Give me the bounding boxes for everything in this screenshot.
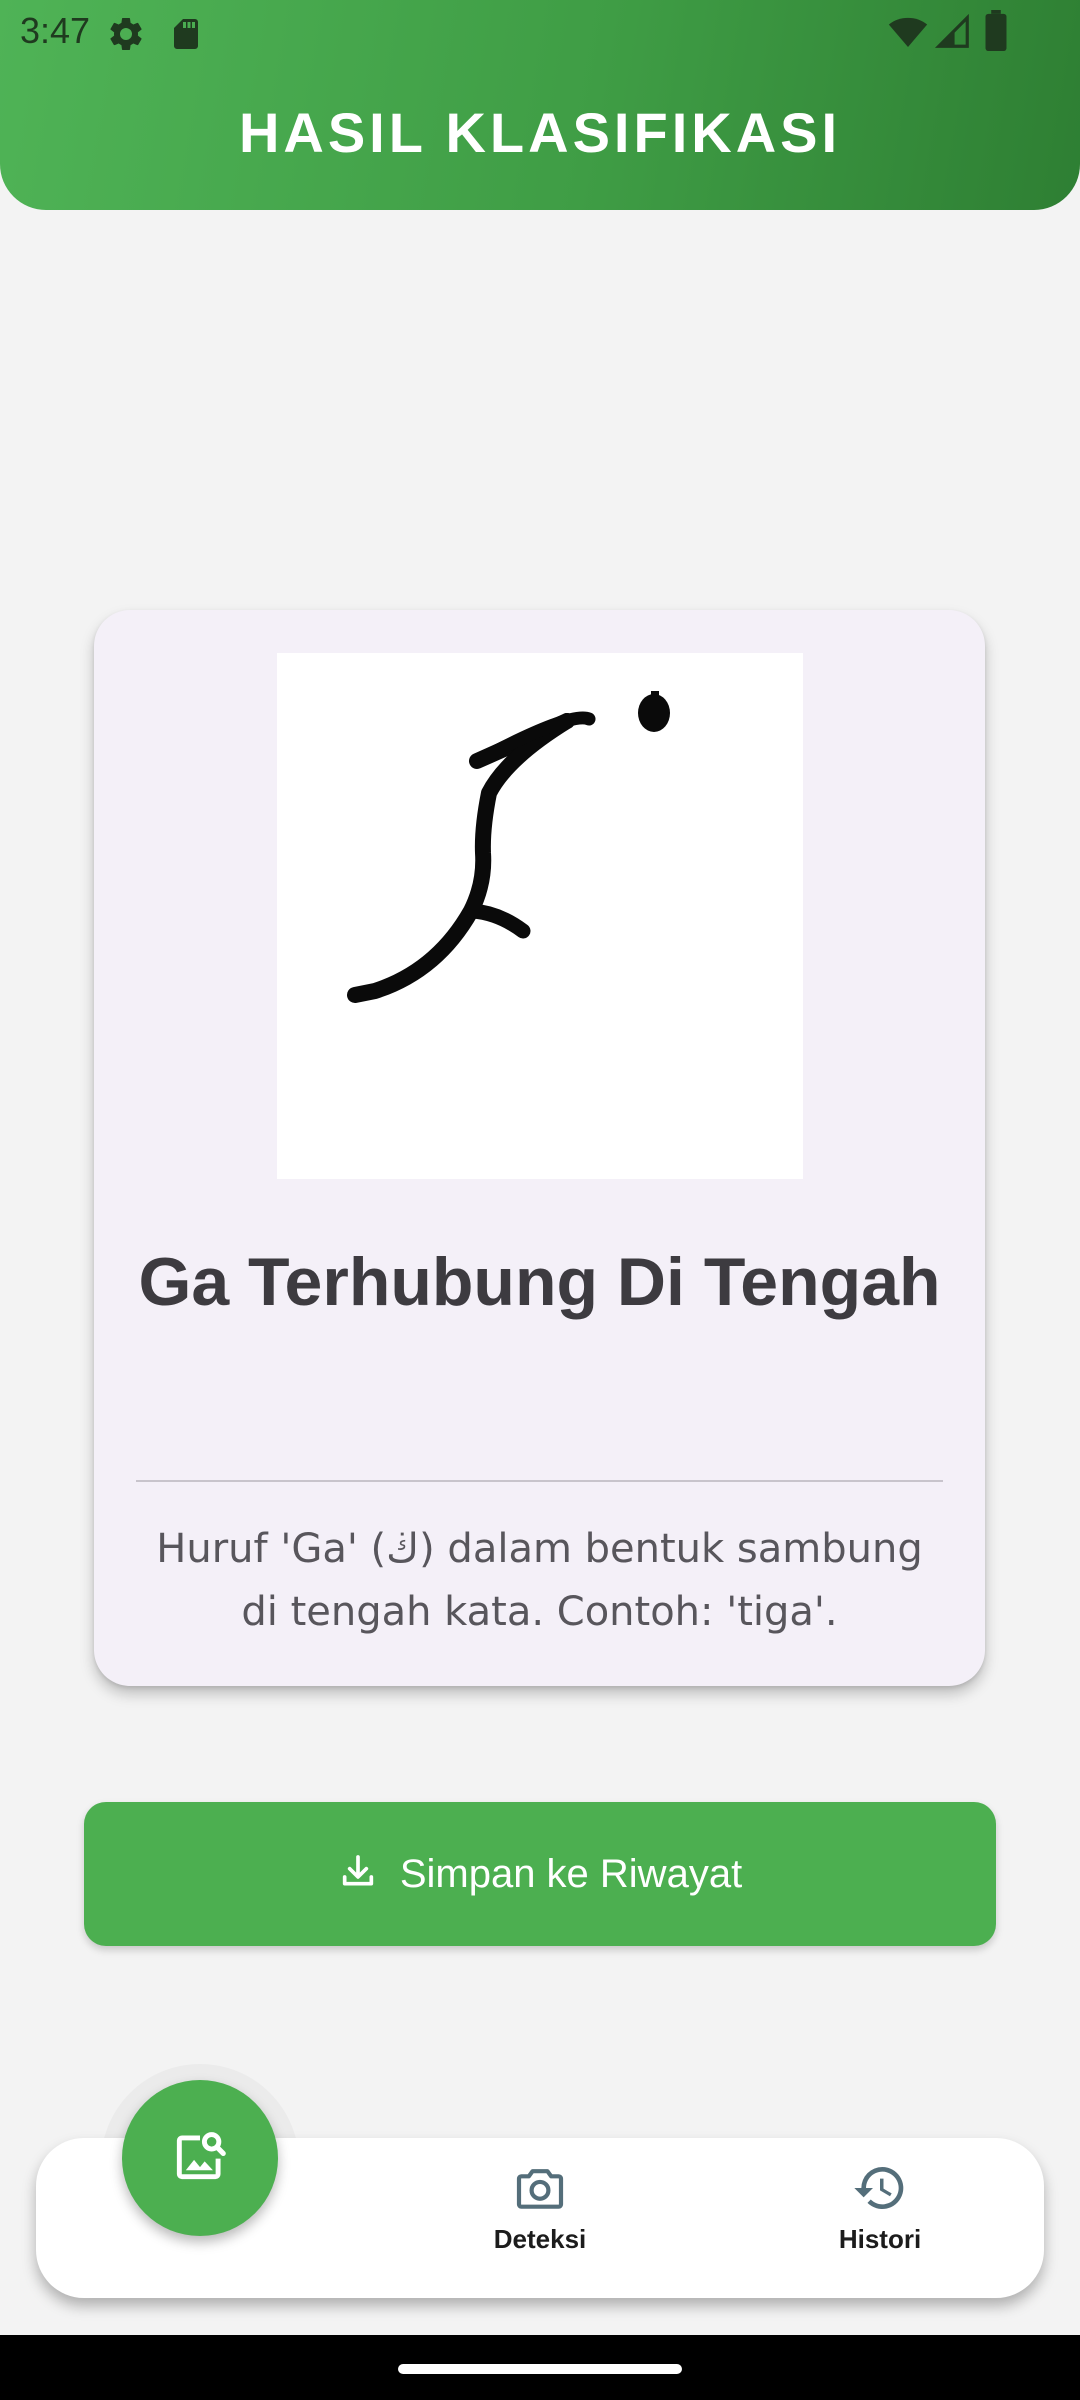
input-image bbox=[277, 653, 803, 1179]
wifi-status-icon bbox=[886, 12, 930, 57]
result-description: Huruf 'Ga' (ڬ) dalam bentuk sambung di t… bbox=[156, 1526, 923, 1635]
result-title: Ga Terhubung Di Tengah bbox=[138, 1244, 941, 1320]
app-header: 3:47 HASIL KLASIFIKASI bbox=[0, 0, 1080, 210]
camera-icon bbox=[430, 2160, 650, 2216]
sd-card-status-icon bbox=[168, 14, 204, 59]
download-icon bbox=[338, 1852, 378, 1897]
nav-label-deteksi: Deteksi bbox=[493, 2224, 587, 2254]
image-search-fab[interactable] bbox=[122, 2080, 278, 2236]
settings-status-icon bbox=[106, 14, 146, 59]
history-icon bbox=[770, 2160, 990, 2216]
status-time: 3:47 bbox=[20, 10, 91, 51]
nav-item-deteksi[interactable]: Deteksi bbox=[430, 2160, 650, 2280]
nav-label-histori: Histori bbox=[838, 2224, 922, 2254]
page-title: HASIL KLASIFIKASI bbox=[238, 101, 842, 164]
divider bbox=[136, 1480, 943, 1482]
result-card: Ga Terhubung Di Tengah Huruf 'Ga' (ڬ) da… bbox=[94, 610, 985, 1686]
gesture-handle[interactable] bbox=[398, 2364, 682, 2374]
signal-status-icon bbox=[934, 12, 972, 57]
save-button-label: Simpan ke Riwayat bbox=[399, 1851, 743, 1896]
battery-status-icon bbox=[984, 10, 1008, 57]
screen: 3:47 HASIL KLASIFIKASI Ga Terhubung Di T… bbox=[0, 0, 1080, 2400]
image-search-icon bbox=[169, 2125, 231, 2192]
save-to-history-button[interactable]: Simpan ke Riwayat bbox=[84, 1802, 996, 1946]
nav-item-histori[interactable]: Histori bbox=[770, 2160, 990, 2280]
status-bar: 3:47 bbox=[0, 0, 1080, 62]
